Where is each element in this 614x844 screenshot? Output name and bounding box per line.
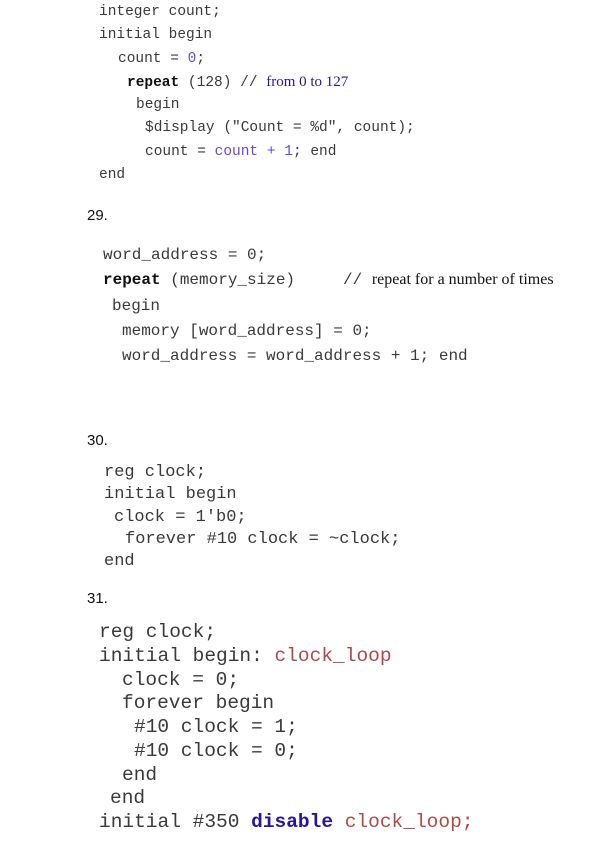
code-line: end <box>104 552 135 571</box>
code-line: count = count + 1; end <box>145 144 336 160</box>
code-text: (memory_size) // <box>160 271 372 289</box>
code-text: ; <box>196 51 206 67</box>
code-line: reg clock; <box>104 463 207 482</box>
code-line: word_address = word_address + 1; end <box>122 347 468 365</box>
keyword-repeat: repeat <box>103 271 161 289</box>
code-line: end <box>122 764 158 786</box>
code-line: end <box>110 787 146 809</box>
block-label: clock_loop <box>274 645 392 667</box>
code-text: initial #350 <box>99 811 252 833</box>
code-line: begin <box>112 297 161 315</box>
code-text: count = <box>118 51 188 67</box>
code-line: clock = 0; <box>122 669 240 691</box>
code-line: forever #10 clock = ~clock; <box>125 530 401 549</box>
code-text: ; end <box>292 144 337 160</box>
code-line: begin <box>136 97 180 113</box>
code-line: initial begin <box>99 27 213 43</box>
code-line: forever begin <box>122 692 275 714</box>
code-line: memory [word_address] = 0; <box>122 322 372 340</box>
question-number: 31. <box>87 590 108 607</box>
block-label: clock_loop; <box>344 811 474 833</box>
expression: count + 1 <box>214 144 293 160</box>
code-line: reg clock; <box>99 621 217 643</box>
code-text: count = <box>145 144 215 160</box>
keyword-repeat: repeat <box>127 75 180 91</box>
code-line: #10 clock = 1; <box>134 716 298 738</box>
code-line: end <box>99 167 126 183</box>
keyword-disable: disable <box>251 811 334 833</box>
code-line: count = 0; <box>118 51 205 67</box>
code-line: $display ("Count = %d", count); <box>145 120 415 136</box>
code-line: clock = 1'b0; <box>114 508 247 527</box>
code-line: repeat (memory_size) // repeat for a num… <box>103 271 554 289</box>
question-number: 29. <box>87 207 108 224</box>
code-text: (128) // <box>179 75 267 91</box>
comment-text: repeat for a number of times <box>371 271 554 288</box>
code-text: initial begin: <box>99 645 275 667</box>
code-line: integer count; <box>99 4 221 20</box>
code-line: #10 clock = 0; <box>134 740 298 762</box>
code-line: initial begin: clock_loop <box>99 645 392 667</box>
code-line: word_address = 0; <box>103 246 267 264</box>
code-line: initial #350 disable clock_loop; <box>99 811 473 833</box>
code-line: initial begin <box>104 485 237 504</box>
code-line: repeat (128) // from 0 to 127 <box>127 74 348 91</box>
question-number: 30. <box>87 432 108 449</box>
comment-text: from 0 to 127 <box>266 74 349 90</box>
